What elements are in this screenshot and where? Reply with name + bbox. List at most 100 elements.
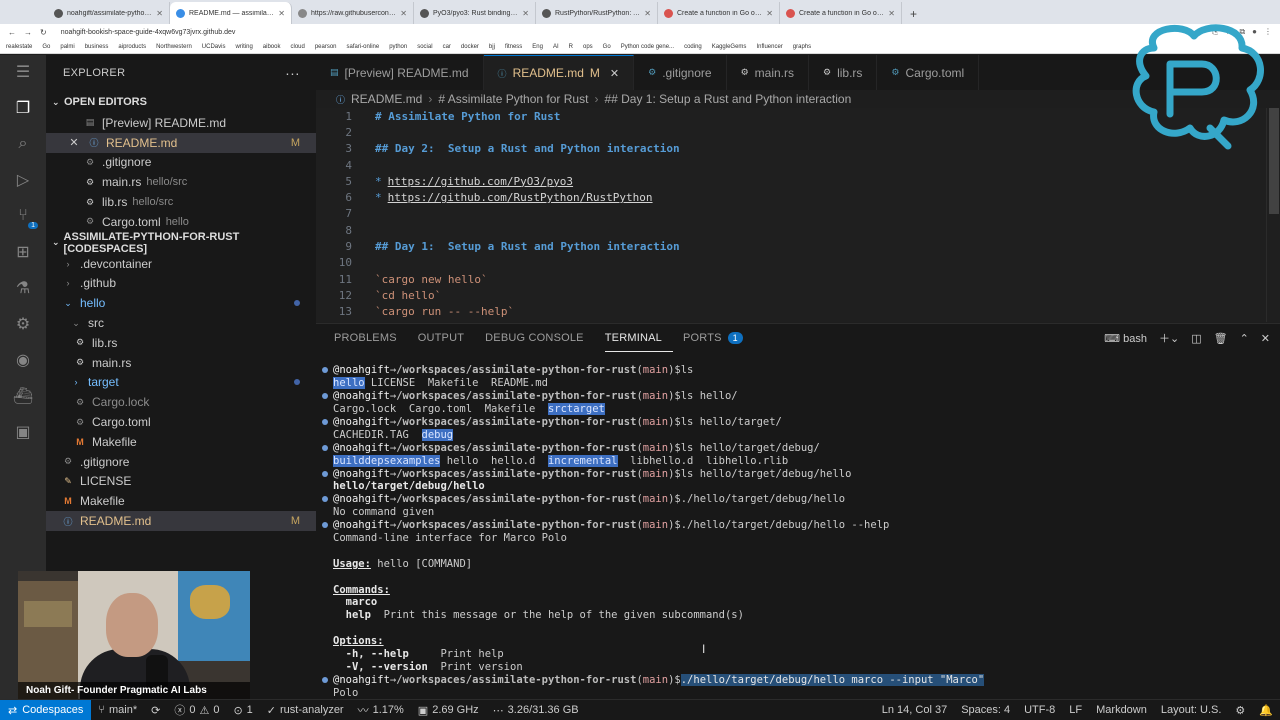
bookmark-item[interactable]: Go — [42, 44, 50, 50]
settings-sync-icon[interactable]: ⚙ — [1228, 704, 1252, 717]
remote-explorer-icon[interactable]: ⚙ — [12, 313, 34, 335]
bookmark-item[interactable]: realestate — [6, 44, 32, 50]
breadcrumb-item[interactable]: README.md — [351, 92, 422, 106]
close-tab-icon[interactable]: ✕ — [400, 9, 407, 18]
tab-debug-console[interactable]: DEBUG CONSOLE — [485, 324, 595, 352]
line-ending[interactable]: LF — [1062, 704, 1089, 716]
docker-icon[interactable]: ⛴ — [12, 385, 34, 407]
sync-icon[interactable]: ⟳ — [144, 704, 167, 717]
browser-tab[interactable]: RustPython/RustPython: A Py... ✕ — [536, 2, 658, 24]
open-editors-section[interactable]: ⌄ OPEN EDITORS — [46, 91, 316, 113]
bookmark-item[interactable]: fitness — [505, 44, 522, 50]
menu-hamburger-icon[interactable]: ☰ — [12, 61, 34, 83]
tree-file[interactable]: M Makefile — [46, 432, 316, 452]
tree-file-selected[interactable]: ⓘ README.md M — [46, 511, 316, 531]
tree-file[interactable]: ⚙ Cargo.toml — [46, 412, 316, 432]
container-icon[interactable]: ▣ — [12, 421, 34, 443]
remote-indicator[interactable]: ⇄ Codespaces — [0, 699, 92, 720]
bookmark-item[interactable]: aiproducts — [118, 44, 146, 50]
open-editor-item[interactable]: ⚙ Cargo.toml hello — [46, 212, 316, 232]
tree-file[interactable]: ⚙ Cargo.lock — [46, 392, 316, 412]
breadcrumb-item[interactable]: ## Day 1: Setup a Rust and Python intera… — [604, 92, 851, 106]
tree-folder[interactable]: › .devcontainer — [46, 254, 316, 274]
split-terminal-icon[interactable]: ◫ — [1191, 332, 1201, 345]
bookmark-item[interactable]: coding — [684, 44, 702, 50]
terminal-shell-selector[interactable]: ⌨ bash — [1104, 332, 1147, 345]
tree-file[interactable]: ✎ LICENSE — [46, 472, 316, 492]
maximize-panel-icon[interactable]: ⌃ — [1240, 332, 1249, 345]
notifications-bell-icon[interactable]: 🔔 — [1252, 704, 1280, 717]
browser-tab[interactable]: Create a function in Go or Rus... ✕ — [658, 2, 780, 24]
url-field[interactable]: noahgift-bookish-space-guide-4xqw6vg73jv… — [61, 29, 236, 36]
bookmark-item[interactable]: UCDavis — [202, 44, 226, 50]
tab-problems[interactable]: PROBLEMS — [334, 324, 408, 352]
close-panel-icon[interactable]: ✕ — [1261, 332, 1270, 345]
search-icon[interactable]: ⌕ — [12, 133, 34, 155]
bookmark-item[interactable]: KaggleGems — [712, 44, 747, 50]
trash-icon[interactable]: 🗑 — [1214, 332, 1228, 345]
more-actions-icon[interactable]: ··· — [285, 65, 300, 81]
tree-folder[interactable]: › target — [46, 373, 316, 393]
open-editor-item[interactable]: ⚙ main.rs hello/src — [46, 172, 316, 192]
frequency-status[interactable]: ▣ 2.69 GHz — [411, 704, 486, 717]
browser-tab[interactable]: https://raw.githubuserconten... ✕ — [292, 2, 414, 24]
bookmark-item[interactable]: car — [443, 44, 451, 50]
explorer-files-icon[interactable]: ❐ — [12, 97, 34, 119]
code-link[interactable]: https://github.com/RustPython/RustPython — [388, 191, 653, 204]
cursor-position[interactable]: Ln 14, Col 37 — [875, 704, 954, 716]
back-icon[interactable]: ← — [8, 28, 16, 37]
code-link[interactable]: https://github.com/PyO3/pyo3 — [388, 175, 573, 188]
forward-icon[interactable]: → — [24, 28, 32, 37]
bookmark-item[interactable]: python — [389, 44, 407, 50]
close-tab-icon[interactable]: ✕ — [766, 9, 773, 18]
indentation[interactable]: Spaces: 4 — [954, 704, 1017, 716]
git-branch-status[interactable]: ⑂ main* — [91, 704, 144, 716]
close-tab-icon[interactable]: ✕ — [522, 9, 529, 18]
close-icon[interactable]: ✕ — [610, 67, 619, 80]
tree-file[interactable]: ⚙ lib.rs — [46, 333, 316, 353]
workspace-section[interactable]: ⌄ ASSIMILATE-PYTHON-FOR-RUST [CODESPACES] — [46, 231, 316, 255]
tree-folder-open[interactable]: ⌄ src — [46, 313, 316, 333]
browser-tab-active[interactable]: README.md — assimilate-pyt... ✕ — [170, 2, 292, 24]
bookmark-item[interactable]: bjj — [489, 44, 495, 50]
cpu-status[interactable]: 〰 1.17% — [351, 702, 411, 718]
bookmark-item[interactable]: aibook — [263, 44, 281, 50]
bookmark-item[interactable]: business — [85, 44, 109, 50]
source-control-icon[interactable]: ⑂ 1 — [12, 205, 38, 229]
editor-tab[interactable]: ⚙ lib.rs — [809, 55, 878, 90]
bookmark-item[interactable]: docker — [461, 44, 479, 50]
bookmark-item[interactable]: graphs — [793, 44, 811, 50]
breadcrumb-item[interactable]: # Assimilate Python for Rust — [438, 92, 588, 106]
bookmark-item[interactable]: Eng — [532, 44, 543, 50]
bookmark-item[interactable]: ops — [583, 44, 593, 50]
language-mode[interactable]: Markdown — [1089, 704, 1154, 716]
tree-folder[interactable]: › .github — [46, 274, 316, 294]
tab-terminal[interactable]: TERMINAL — [604, 324, 673, 352]
open-editor-item-active[interactable]: ✕ ⓘ README.md M — [46, 132, 316, 153]
close-tab-icon[interactable]: ✕ — [278, 9, 285, 18]
tree-file[interactable]: ⚙ .gitignore — [46, 452, 316, 472]
rust-analyzer-status[interactable]: ✓ rust-analyzer — [260, 704, 351, 717]
bookmark-item[interactable]: safari-online — [347, 44, 380, 50]
extensions-icon[interactable]: ⊞ — [12, 241, 34, 263]
open-editor-item[interactable]: ⚙ lib.rs hello/src — [46, 192, 316, 212]
terminal[interactable]: @noahgift → /workspaces/assimilate-pytho… — [316, 352, 1280, 699]
new-tab-button[interactable]: + — [902, 7, 925, 24]
run-debug-icon[interactable]: ▷ — [12, 169, 34, 191]
ports-status[interactable]: ⊙ 1 — [226, 704, 259, 717]
testing-flask-icon[interactable]: ⚗ — [12, 277, 34, 299]
open-editor-item[interactable]: ▤ [Preview] README.md — [46, 113, 316, 133]
new-terminal-icon[interactable]: ＋⌄ — [1159, 330, 1179, 346]
bookmark-item[interactable]: writing — [235, 44, 252, 50]
editor-tab[interactable]: ⚙ .gitignore — [634, 55, 727, 90]
tab-output[interactable]: OUTPUT — [418, 324, 475, 352]
tree-file[interactable]: M Makefile — [46, 491, 316, 511]
editor-tab[interactable]: ⚙ Cargo.toml — [877, 55, 980, 90]
close-tab-icon[interactable]: ✕ — [156, 9, 163, 18]
browser-tab[interactable]: Create a function in Go or Rus... ✕ — [780, 2, 902, 24]
browser-tab[interactable]: PyO3/pyo3: Rust bindings for ... ✕ — [414, 2, 536, 24]
editor-tab[interactable]: ▤ [Preview] README.md — [316, 55, 484, 90]
bookmark-item[interactable]: cloud — [290, 44, 304, 50]
tab-ports[interactable]: PORTS 1 — [683, 324, 754, 352]
close-icon[interactable]: ✕ — [66, 136, 82, 149]
